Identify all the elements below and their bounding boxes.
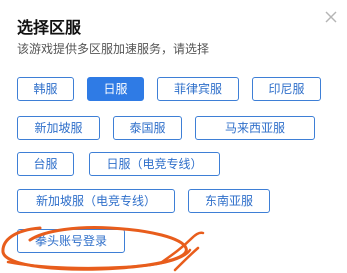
server-option-singapore-esports[interactable]: 新加坡服（电竞专线）: [17, 189, 175, 213]
dialog-title: 选择区服: [17, 18, 82, 37]
dialog-subtitle: 该游戏提供多区服加速服务，请选择: [17, 42, 210, 56]
server-option-japan-esports[interactable]: 日服（电竞专线）: [89, 152, 220, 176]
server-option-japan[interactable]: 日服: [87, 77, 144, 101]
server-select-dialog: 选择区服 该游戏提供多区服加速服务，请选择 韩服 日服 菲律宾服 印尼服 新加坡…: [0, 0, 347, 273]
server-option-indonesia[interactable]: 印尼服: [252, 77, 321, 101]
server-option-taiwan[interactable]: 台服: [17, 152, 74, 176]
riot-account-login-button[interactable]: 拳头账号登录: [17, 229, 125, 253]
server-option-southeast-asia[interactable]: 东南亚服: [188, 189, 270, 213]
server-option-philippines[interactable]: 菲律宾服: [157, 77, 239, 101]
server-option-thailand[interactable]: 泰国服: [113, 116, 182, 140]
server-option-malaysia[interactable]: 马来西亚服: [195, 116, 315, 140]
server-option-singapore[interactable]: 新加坡服: [17, 116, 100, 140]
close-icon[interactable]: [322, 8, 340, 26]
server-option-korea[interactable]: 韩服: [17, 77, 74, 101]
